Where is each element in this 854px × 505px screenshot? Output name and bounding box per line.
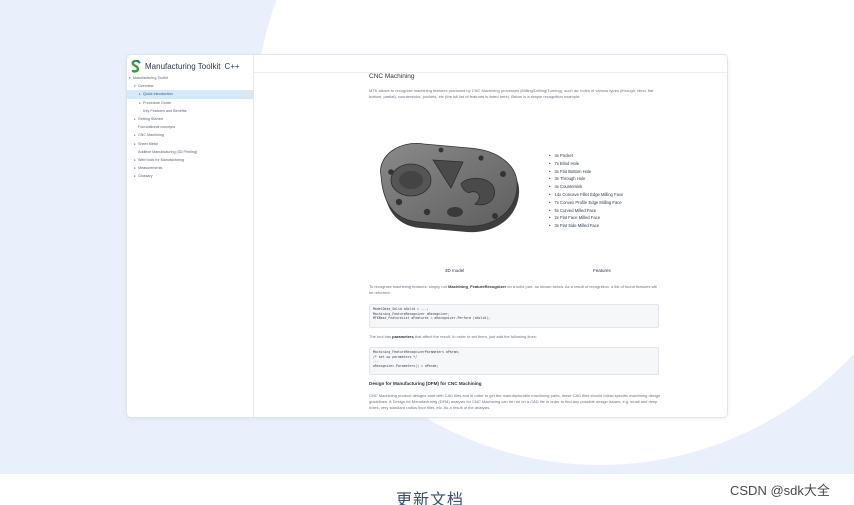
- recognize-text-pre: To recognize machining features, simply …: [369, 284, 449, 289]
- code-block-parameters: Machining_FeatureRecognizerParameters aP…: [369, 347, 659, 375]
- sidebar-item[interactable]: ▸ Web tools for Manufacturing: [127, 156, 253, 164]
- sidebar-item[interactable]: Foundational concepts: [127, 123, 253, 131]
- params-text-pre: The tool has: [369, 334, 393, 339]
- mtk-logo-icon: [131, 59, 141, 73]
- documentation-window: Manufacturing Toolkit C++ ▾ Manufacturing…: [126, 54, 728, 418]
- sidebar-item-label: Measurements: [138, 166, 163, 171]
- caption-features: Features: [593, 268, 611, 273]
- sidebar-item[interactable]: ▾ Manufacturing Toolkit: [127, 74, 253, 82]
- feature-list: 4x Pocket7x Blind Hole3x Flat Bottom Hol…: [549, 152, 623, 230]
- feature-list-item: 14x Concave Fillet Edge Milling Face: [549, 191, 623, 199]
- recognize-paragraph: To recognize machining features, simply …: [369, 284, 661, 296]
- slide-caption: 更新文档: [396, 492, 465, 505]
- feature-list-item: 7x Convex Profile Edge Milling Face: [549, 199, 623, 207]
- sidebar-item[interactable]: ▸ Procedure Guide: [127, 99, 253, 107]
- parameters-paragraph: The tool has parameters that affect the …: [369, 334, 661, 340]
- presentation-background: Manufacturing Toolkit C++ ▾ Manufacturing…: [0, 0, 854, 474]
- feature-list-item: 4x Pocket: [549, 152, 623, 160]
- sidebar-item-label: Foundational concepts: [138, 125, 176, 130]
- dfm-paragraph: CNC Machining product designs start with…: [369, 393, 661, 411]
- sidebar-item-label: Quick Introduction: [143, 92, 173, 97]
- page-title: CNC Machining: [369, 73, 415, 80]
- sidebar-item-label: Key Features and Benefits: [143, 108, 187, 113]
- feature-list-item: 7x Blind Hole: [549, 160, 623, 168]
- sidebar-item-label: Web tools for Manufacturing: [138, 157, 185, 162]
- brand-name: Manufacturing Toolkit: [145, 61, 221, 71]
- sidebar-item-label: Manufacturing Toolkit: [133, 76, 168, 80]
- top-bar: [254, 55, 727, 73]
- sidebar-item-label: Additive Manufacturing (3D Printing): [138, 149, 198, 154]
- feature-list-item: 2x Flat Face Milled Face: [549, 214, 623, 222]
- sidebar-item-label: Overview: [138, 84, 154, 89]
- dfm-heading: Design for Manufacturing (DFM) for CNC M…: [369, 381, 482, 386]
- sidebar-item[interactable]: Additive Manufacturing (3D Printing): [127, 148, 253, 156]
- main-content-area: CNC Machining MTK allows to recognize ma…: [254, 55, 727, 417]
- intro-paragraph: MTK allows to recognize machining featur…: [369, 88, 654, 100]
- brand-language: C++: [224, 61, 240, 71]
- sidebar-item-label: Sheet Metal: [138, 141, 158, 146]
- feature-list-item: 3x Through Hole: [549, 175, 623, 183]
- sidebar-item[interactable]: ▸ Quick Introduction: [127, 90, 253, 99]
- sidebar-item[interactable]: ▾ Overview: [127, 82, 253, 90]
- recognizer-class-link[interactable]: Machining_FeatureRecognizer: [448, 284, 506, 289]
- feature-list-item: 3x Flat Side Milled Face: [549, 222, 623, 230]
- feature-list-item: 4x Countersink: [549, 183, 623, 191]
- sidebar-item-label: CNC Machining: [138, 133, 164, 138]
- sidebar-item[interactable]: ▸ Getting Started: [127, 115, 253, 123]
- feature-list-item: 3x Flat Bottom Hole: [549, 168, 623, 176]
- sidebar-item[interactable]: ▸ Glossary: [127, 172, 253, 180]
- code-block-recognize: ModelData_Solid aSolid = ...; Machining_…: [369, 304, 659, 328]
- sidebar-item-label: Glossary: [138, 174, 153, 179]
- params-text-post: that affect the result. In order to set …: [413, 334, 537, 339]
- sidebar-item-label: Procedure Guide: [143, 100, 171, 105]
- feature-list-item: 5x Curved Milled Face: [549, 207, 623, 215]
- brand-header[interactable]: Manufacturing Toolkit C++: [130, 59, 240, 73]
- sidebar-item[interactable]: ▸ Sheet Metal: [127, 140, 253, 148]
- sidebar-item[interactable]: Key Features and Benefits: [127, 107, 253, 115]
- sidebar-item[interactable]: ▸ Measurements: [127, 164, 253, 172]
- table-of-contents: ▾ Manufacturing Toolkit ▾ Overview ▸ Quick In…: [127, 74, 253, 180]
- sidebar-item-label: Getting Started: [138, 116, 163, 121]
- sidebar: Manufacturing Toolkit C++ ▾ Manufacturing…: [127, 55, 254, 417]
- cnc-part-3d-model-image: [380, 142, 520, 233]
- sidebar-item[interactable]: ▸ CNC Machining: [127, 131, 253, 139]
- caption-3d-model: 3D model: [445, 268, 465, 273]
- parameters-link[interactable]: parameters: [392, 334, 414, 339]
- csdn-watermark: CSDN @sdk大全: [730, 483, 830, 498]
